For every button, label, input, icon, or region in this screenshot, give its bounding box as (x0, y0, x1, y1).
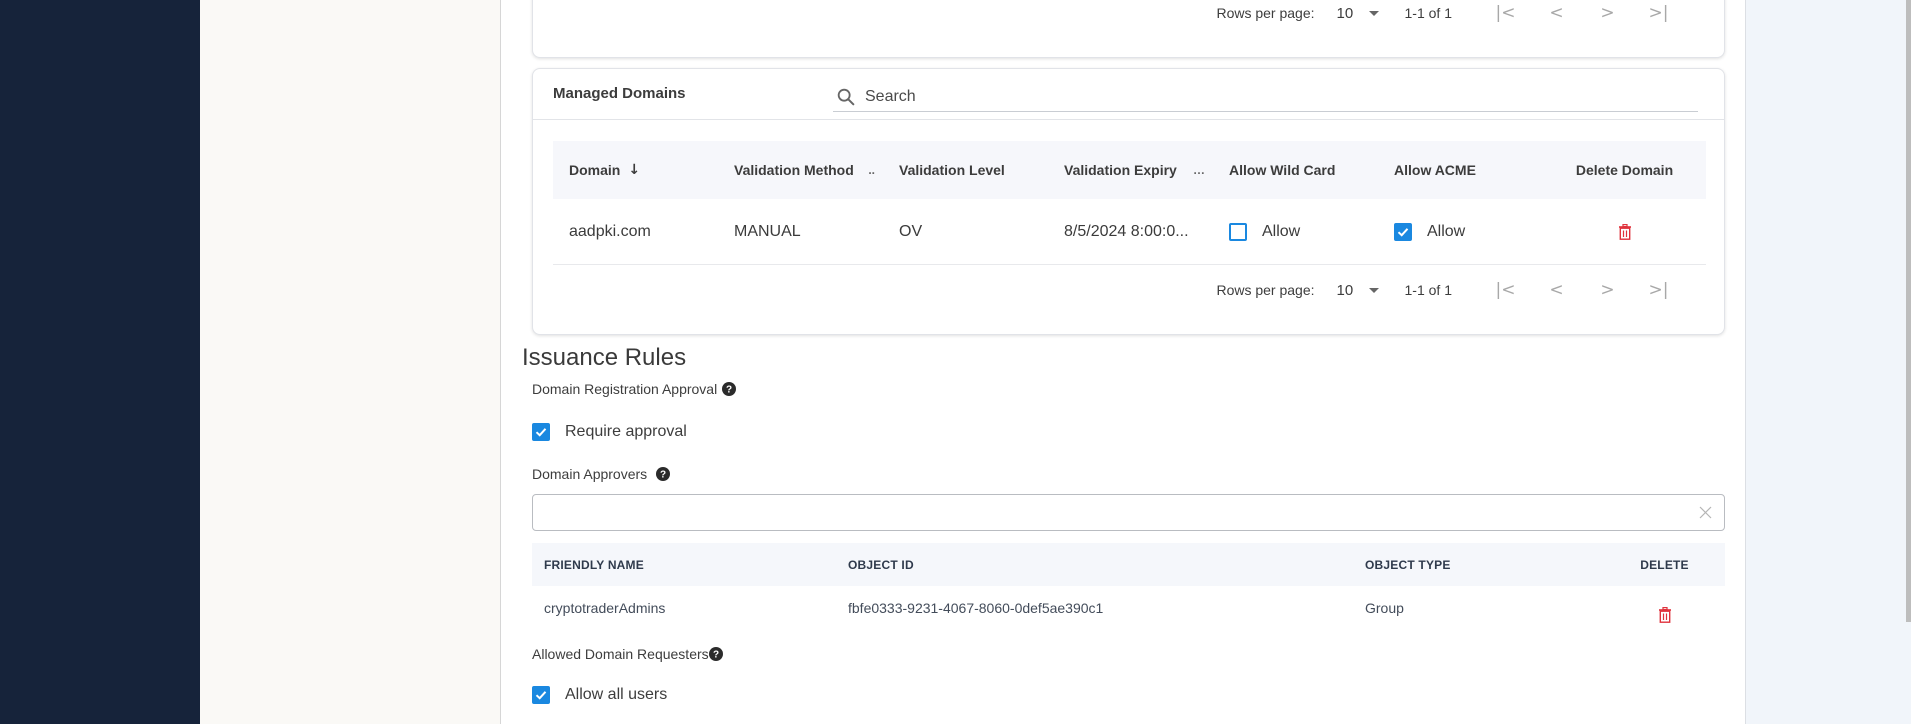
column-header-object-type: OBJECT TYPE (1365, 557, 1451, 572)
managed-domains-card: Managed Domains Domain ↓ Validation Meth… (532, 68, 1725, 335)
cell-validation-method: MANUAL (734, 222, 801, 240)
table-row: aadpki.com MANUAL OV 8/5/2024 8:00:0... … (553, 199, 1706, 265)
allow-wild-card-checkbox[interactable] (1229, 222, 1247, 241)
caret-down-icon (1369, 287, 1380, 293)
trash-icon (1618, 223, 1631, 240)
rows-per-page-select[interactable]: 10 (1337, 5, 1397, 22)
cell-object-id: fbfe0333-9231-4067-8060-0def5ae390c1 (848, 599, 1104, 616)
table-row: cryptotraderAdmins fbfe0333-9231-4067-80… (532, 586, 1725, 629)
delete-domain-button[interactable] (1543, 223, 1706, 240)
right-panel (1746, 0, 1906, 724)
managed-domains-title: Managed Domains (553, 85, 686, 102)
require-approval-row: Require approval (532, 423, 687, 441)
rows-per-page-select[interactable]: 10 (1337, 282, 1397, 299)
table-header: Domain ↓ Validation Method .. Validation… (553, 141, 1706, 199)
cell-validation-level: OV (899, 222, 923, 240)
clear-icon[interactable] (1699, 506, 1712, 519)
next-page-button[interactable]: > (1582, 280, 1633, 300)
registration-approval-label: Domain Registration Approval ? (532, 381, 737, 397)
allow-acme-checkbox[interactable] (1394, 222, 1412, 241)
column-header-friendly-name: FRIENDLY NAME (544, 557, 644, 572)
left-panel (200, 0, 501, 724)
column-header-delete-domain: Delete Domain (1575, 162, 1674, 178)
column-resize-handle[interactable]: .. (868, 163, 875, 177)
chevron-right-icon: > (1600, 280, 1615, 300)
checkmark-icon (535, 691, 547, 700)
next-page-button[interactable]: > (1582, 3, 1633, 23)
allow-all-users-label: Allow all users (565, 686, 668, 703)
first-page-button[interactable]: |< (1480, 3, 1531, 23)
last-page-icon: >| (1648, 3, 1669, 23)
column-header-domain[interactable]: Domain ↓ (553, 162, 718, 178)
cell-object-type: Group (1365, 599, 1404, 616)
domains-table: Domain ↓ Validation Method .. Validation… (553, 141, 1706, 265)
prev-page-button[interactable]: < (1531, 3, 1582, 23)
domain-search (833, 83, 1698, 112)
svg-text:?: ? (660, 470, 666, 481)
column-header-allow-wild-card[interactable]: Allow Wild Card (1213, 162, 1378, 178)
domain-approvers-label: Domain Approvers ? (532, 466, 671, 482)
checkmark-icon (535, 428, 547, 437)
domain-approvers-picker (532, 494, 1725, 531)
rows-per-page-value: 10 (1336, 281, 1354, 299)
allow-all-users-row: Allow all users (532, 686, 667, 704)
last-page-icon: >| (1648, 280, 1669, 300)
cell-friendly-name: cryptotraderAdmins (544, 599, 666, 616)
domain-approvers-input[interactable] (543, 495, 1683, 528)
column-header-validation-level[interactable]: Validation Level (883, 162, 1048, 178)
first-page-button[interactable]: |< (1480, 280, 1531, 300)
divider (533, 119, 1724, 120)
cell-validation-expiry: 8/5/2024 8:00:0... (1064, 222, 1189, 240)
require-approval-checkbox[interactable] (532, 423, 550, 441)
svg-text:?: ? (713, 650, 719, 661)
pagination: Rows per page: 10 1-1 of 1 |< < > >| (1216, 278, 1684, 302)
sort-arrow-down-icon: ↓ (628, 162, 641, 178)
table-header: FRIENDLY NAME OBJECT ID OBJECT TYPE DELE… (532, 543, 1725, 586)
chevron-left-icon: < (1549, 280, 1564, 300)
page-range: 1-1 of 1 (1404, 5, 1452, 21)
previous-table-card: Rows per page: 10 1-1 of 1 |< < > >| (532, 0, 1725, 58)
last-page-button[interactable]: >| (1633, 280, 1684, 300)
rows-per-page-label: Rows per page: (1216, 5, 1315, 21)
pagination: Rows per page: 10 1-1 of 1 |< < > >| (1216, 1, 1684, 25)
help-icon[interactable]: ? (708, 647, 723, 661)
approvers-table: FRIENDLY NAME OBJECT ID OBJECT TYPE DELE… (532, 543, 1725, 629)
column-header-validation-expiry[interactable]: Validation Expiry … (1048, 162, 1213, 178)
caret-down-icon (1369, 10, 1380, 16)
allow-all-users-checkbox[interactable] (532, 686, 550, 704)
help-icon[interactable]: ? (722, 382, 737, 396)
column-header-validation-method[interactable]: Validation Method .. (718, 162, 883, 178)
cell-domain: aadpki.com (569, 222, 651, 240)
delete-approver-button[interactable] (1620, 593, 1725, 623)
last-page-button[interactable]: >| (1633, 3, 1684, 23)
first-page-icon: |< (1495, 280, 1516, 300)
column-resize-handle[interactable]: … (1193, 163, 1205, 177)
require-approval-label: Require approval (565, 423, 687, 440)
allow-wild-card-label: Allow (1262, 222, 1301, 240)
checkmark-icon (1397, 227, 1409, 237)
page-range: 1-1 of 1 (1404, 282, 1452, 298)
column-header-delete: DELETE (1640, 557, 1689, 572)
help-icon[interactable]: ? (656, 467, 671, 481)
scrollbar-thumb[interactable] (1906, 0, 1911, 622)
app-sidebar (0, 0, 200, 724)
prev-page-button[interactable]: < (1531, 280, 1582, 300)
column-header-allow-acme[interactable]: Allow ACME (1378, 162, 1543, 178)
cell-allow-acme: Allow (1378, 222, 1543, 241)
column-header-object-id: OBJECT ID (848, 557, 914, 572)
search-input[interactable] (865, 88, 1665, 106)
svg-text:?: ? (726, 385, 732, 396)
rows-per-page-value: 10 (1336, 4, 1354, 22)
allow-acme-label: Allow (1427, 222, 1466, 240)
rows-per-page-label: Rows per page: (1216, 282, 1315, 298)
search-icon (837, 88, 855, 106)
chevron-left-icon: < (1549, 3, 1564, 23)
issuance-rules-title: Issuance Rules (522, 344, 687, 371)
chevron-right-icon: > (1600, 3, 1615, 23)
first-page-icon: |< (1495, 3, 1516, 23)
trash-icon (1658, 606, 1671, 623)
cell-allow-wild-card: Allow (1213, 222, 1378, 241)
allowed-requesters-label: Allowed Domain Requesters ? (532, 646, 723, 662)
